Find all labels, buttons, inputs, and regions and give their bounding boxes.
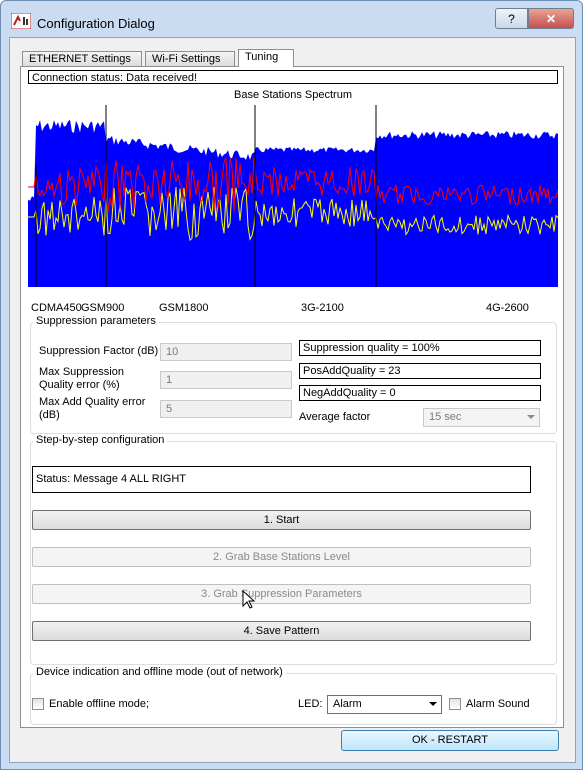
band-label-3g2100: 3G-2100 xyxy=(301,302,344,314)
led-select-value: Alarm xyxy=(333,698,362,710)
suppression-group-label: Suppression parameters xyxy=(33,315,159,327)
device-indication-group: Device indication and offline mode (out … xyxy=(30,666,557,725)
led-label: LED: xyxy=(298,698,323,710)
suppression-quality-display: Suppression quality = 100% xyxy=(299,340,541,356)
help-button[interactable]: ? xyxy=(495,8,528,29)
start-button[interactable]: 1. Start xyxy=(32,510,531,530)
band-label-cdma450: CDMA450 xyxy=(31,302,82,314)
close-button[interactable]: ✕ xyxy=(528,8,574,29)
average-factor-select[interactable]: 15 sec xyxy=(423,408,540,427)
step-by-step-group: Step-by-step configuration Status: Messa… xyxy=(30,434,557,665)
tab-ethernet-settings[interactable]: ETHERNET Settings xyxy=(22,51,142,66)
max-suppression-error-input[interactable]: 1 xyxy=(160,371,292,389)
average-factor-value: 15 sec xyxy=(429,411,462,423)
spectrum-panel: Base Stations Spectrum CDMA450 GSM900 GS… xyxy=(28,89,558,315)
device-indication-group-label: Device indication and offline mode (out … xyxy=(33,666,286,678)
app-logo-icon xyxy=(11,13,31,29)
pos-add-quality-display: PosAddQuality = 23 xyxy=(299,363,541,379)
max-suppression-label-line2: Quality error (%) xyxy=(39,379,120,391)
mouse-cursor-icon xyxy=(242,590,256,609)
band-label-gsm1800: GSM1800 xyxy=(159,302,209,314)
grab-base-stations-button[interactable]: 2. Grab Base Stations Level xyxy=(32,547,531,567)
save-pattern-button[interactable]: 4. Save Pattern xyxy=(32,621,531,641)
average-factor-label: Average factor xyxy=(299,411,371,423)
suppression-factor-label: Suppression Factor (dB) xyxy=(39,345,159,357)
tab-tuning[interactable]: Tuning xyxy=(238,49,294,67)
connection-status: Connection status: Data received! xyxy=(28,70,558,84)
step-by-step-group-label: Step-by-step configuration xyxy=(33,434,168,446)
offline-mode-label: Enable offline mode; xyxy=(49,698,150,710)
alarm-sound-checkbox[interactable] xyxy=(449,698,461,710)
band-label-gsm900: GSM900 xyxy=(81,302,125,314)
alarm-sound-label: Alarm Sound xyxy=(466,698,530,710)
ok-restart-button[interactable]: OK - RESTART xyxy=(341,730,559,751)
offline-mode-checkbox[interactable] xyxy=(32,698,44,710)
step-status-display: Status: Message 4 ALL RIGHT xyxy=(32,466,531,493)
suppression-factor-input[interactable]: 10 xyxy=(160,343,292,361)
grab-suppression-button[interactable]: 3. Grab Suppression Parameters xyxy=(32,584,531,604)
tuning-tab-page: Connection status: Data received! Base S… xyxy=(20,66,564,728)
max-add-quality-label-line2: (dB) xyxy=(39,409,60,421)
chevron-down-icon xyxy=(527,415,535,419)
window-title: Configuration Dialog xyxy=(37,16,155,31)
dialog-client-area: ETHERNET Settings Wi-Fi Settings Tuning … xyxy=(9,37,576,763)
max-add-quality-input[interactable]: 5 xyxy=(160,400,292,418)
tab-wifi-settings[interactable]: Wi-Fi Settings xyxy=(145,51,235,66)
band-label-4g2600: 4G-2600 xyxy=(486,302,529,314)
led-select[interactable]: Alarm xyxy=(327,695,442,714)
max-add-quality-label-line1: Max Add Quality error xyxy=(39,396,146,408)
spectrum-title: Base Stations Spectrum xyxy=(233,89,352,101)
spectrum-chart xyxy=(28,105,558,287)
suppression-parameters-group: Suppression parameters Suppression Facto… xyxy=(30,315,557,434)
title-bar[interactable]: Configuration Dialog ? ✕ xyxy=(1,1,582,37)
max-suppression-label-line1: Max Suppression xyxy=(39,366,124,378)
dialog-window: Configuration Dialog ? ✕ ETHERNET Settin… xyxy=(0,0,583,770)
neg-add-quality-display: NegAddQuality = 0 xyxy=(299,385,541,401)
chevron-down-icon xyxy=(429,702,437,706)
